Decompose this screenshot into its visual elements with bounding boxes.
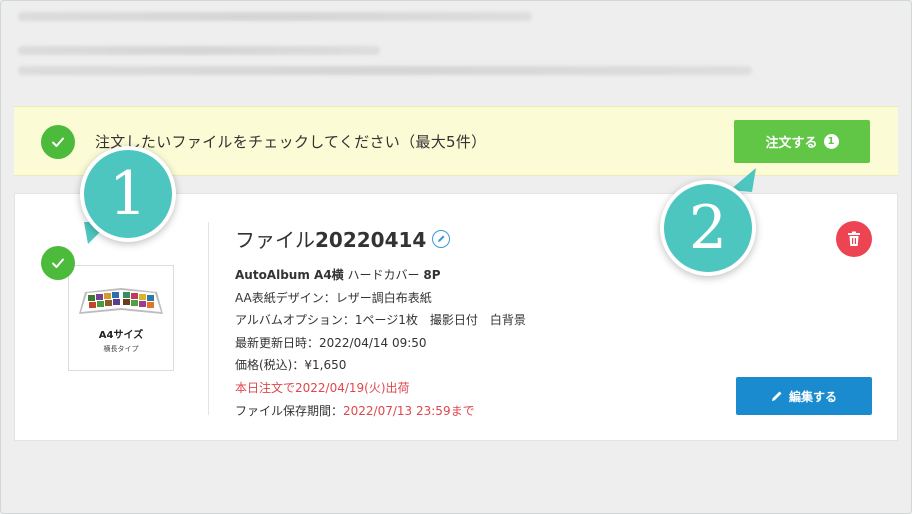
- storage-period: ファイル保存期間：2022/07/13 23:59まで: [235, 400, 526, 423]
- notice-text: 注文したいファイルをチェックしてください（最大5件）: [95, 133, 487, 151]
- album-thumbnail[interactable]: A4サイズ 横長タイプ: [68, 265, 174, 371]
- callout-two: 2: [660, 180, 756, 276]
- file-title-number: 20220414: [315, 228, 427, 252]
- album-photo-icon: [79, 288, 163, 314]
- order-count-badge: 1: [823, 134, 839, 149]
- ship-notice: 本日注文で2022/04/19(火)出荷: [235, 380, 410, 395]
- delete-button[interactable]: [836, 221, 872, 257]
- check-icon: [41, 125, 75, 159]
- product-model: AutoAlbum A4横: [235, 268, 344, 282]
- rename-pencil-icon[interactable]: [432, 229, 451, 248]
- file-title-prefix: ファイル: [235, 228, 315, 252]
- order-button-label: 注文する: [765, 136, 818, 151]
- file-select-checkbox[interactable]: [41, 246, 75, 280]
- thumbnail-type-label: 横長タイプ: [103, 345, 139, 353]
- storage-label: ファイル保存期間：: [235, 403, 344, 418]
- order-button[interactable]: 注文する 1: [734, 120, 870, 163]
- edit-button-label: 編集する: [788, 389, 837, 404]
- album-options: アルバムオプション：1ページ1枚 撮影日付 白背景: [235, 313, 526, 328]
- storage-value: 2022/07/13 23:59まで: [343, 403, 475, 418]
- product-line: AutoAlbum A4横 ハードカバー 8P: [235, 264, 526, 287]
- callout-one: 1: [80, 146, 176, 242]
- pencil-icon: [771, 391, 782, 401]
- updated-time: 最新更新日時：2022/04/14 09:50: [235, 335, 427, 350]
- cover-design: AA表紙デザイン：レザー調白布表紙: [235, 290, 432, 305]
- file-title: ファイル20220414: [235, 224, 451, 253]
- trash-icon: [848, 231, 860, 246]
- product-pages: 8P: [423, 268, 441, 282]
- thumbnail-size-label: A4サイズ: [98, 330, 144, 341]
- price: 価格(税込)：¥1,650: [235, 358, 347, 373]
- product-cover: ハードカバー: [347, 268, 420, 282]
- edit-button[interactable]: 編集する: [736, 377, 872, 415]
- file-details: AutoAlbum A4横 ハードカバー 8P AA表紙デザイン：レザー調白布表…: [235, 264, 526, 422]
- card-divider: [208, 222, 209, 415]
- check-icon: [52, 258, 64, 268]
